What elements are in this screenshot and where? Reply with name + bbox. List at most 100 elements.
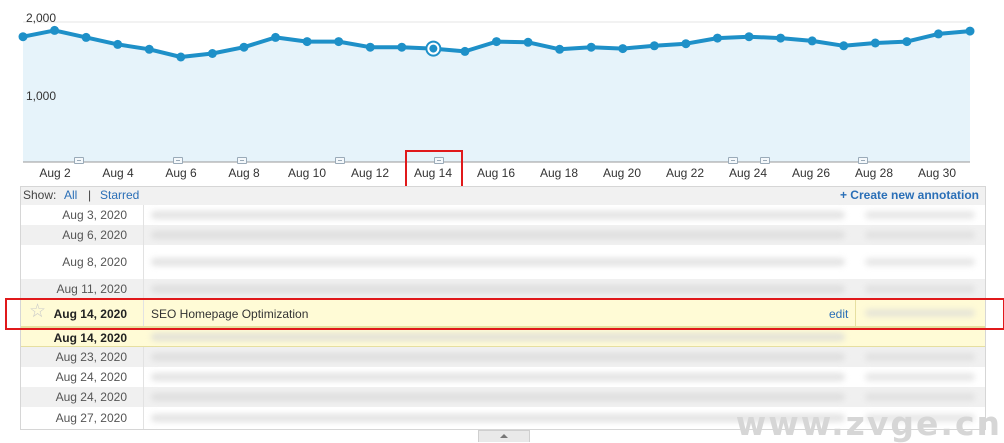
annotation-date: Aug 8, 2020	[62, 255, 127, 269]
annotation-date: Aug 6, 2020	[62, 228, 127, 242]
redacted-text	[151, 211, 845, 219]
annotation-marker-icon[interactable]	[858, 157, 868, 164]
data-point	[113, 39, 123, 49]
annotation-marker-icon[interactable]	[335, 157, 345, 164]
x-tick-label: Aug 4	[102, 166, 134, 180]
data-point	[50, 25, 60, 35]
data-point	[933, 29, 943, 39]
data-point	[365, 42, 375, 52]
chart-canvas	[18, 8, 975, 163]
redacted-text	[865, 258, 975, 266]
data-point	[649, 41, 659, 51]
chevron-up-icon	[500, 434, 508, 438]
data-point	[18, 32, 28, 42]
x-tick-label: Aug 16	[476, 166, 516, 180]
annotation-row[interactable]: Aug 8, 2020	[21, 245, 985, 279]
redacted-text	[865, 211, 975, 219]
annotation-date: Aug 23, 2020	[55, 350, 127, 364]
data-point	[839, 41, 849, 51]
redacted-text	[865, 393, 975, 401]
redacted-text	[151, 231, 845, 239]
annotation-marker-icon[interactable]	[760, 157, 770, 164]
x-tick-label: Aug 2	[39, 166, 71, 180]
column-divider	[143, 387, 144, 407]
x-tick-label: Aug 24	[728, 166, 768, 180]
redacted-text	[151, 353, 845, 361]
data-point	[239, 42, 249, 52]
annotation-date: Aug 3, 2020	[62, 208, 127, 222]
data-point	[81, 32, 91, 42]
data-point	[712, 33, 722, 43]
annotation-marker-icon[interactable]	[728, 157, 738, 164]
data-point	[144, 44, 154, 54]
data-point	[555, 44, 565, 54]
column-divider	[143, 347, 144, 367]
annotation-marker-icon[interactable]	[237, 157, 247, 164]
filter-starred-link[interactable]: Starred	[100, 188, 139, 202]
data-point	[492, 37, 501, 47]
data-point	[523, 37, 533, 47]
x-tick-label: Aug 22	[665, 166, 705, 180]
data-point-highlighted-core	[429, 44, 438, 53]
filter-all-link[interactable]: All	[64, 188, 77, 202]
data-point	[586, 42, 596, 52]
annotation-date: Aug 24, 2020	[55, 370, 127, 384]
collapse-panel-button[interactable]	[478, 430, 530, 442]
annotation-row[interactable]: Aug 3, 2020	[21, 205, 985, 225]
show-label: Show:	[23, 188, 57, 202]
column-divider	[143, 225, 144, 245]
redacted-text	[151, 333, 845, 341]
x-tick-label: Aug 10	[287, 166, 327, 180]
data-point	[618, 44, 628, 54]
highlight-box-aug14	[405, 150, 463, 190]
watermark: www.zvge.cn	[735, 404, 1002, 443]
column-divider	[143, 245, 144, 279]
data-point	[207, 49, 217, 58]
redacted-text	[151, 258, 845, 266]
x-tick-label: Aug 18	[539, 166, 579, 180]
data-point	[681, 39, 691, 49]
annotation-date: Aug 27, 2020	[55, 411, 127, 425]
x-tick-label: Aug 30	[917, 166, 957, 180]
redacted-text	[865, 231, 975, 239]
create-annotation-link[interactable]: + Create new annotation	[840, 188, 979, 202]
data-point	[965, 26, 975, 36]
x-tick-label: Aug 12	[350, 166, 390, 180]
data-point	[397, 42, 407, 52]
x-tick-label: Aug 28	[854, 166, 894, 180]
data-point	[176, 52, 186, 62]
data-point	[870, 38, 880, 48]
y-tick-label: 1,000	[26, 89, 57, 103]
data-point	[776, 33, 786, 43]
annotation-row[interactable]: Aug 24, 2020	[21, 367, 985, 387]
annotation-row[interactable]: Aug 6, 2020	[21, 225, 985, 245]
x-tick-label: Aug 6	[165, 166, 197, 180]
line-chart: 2,000 1,000 Aug 2 Aug 4 Aug 6 Aug 8 Aug …	[0, 0, 1004, 190]
annotation-date: Aug 11, 2020	[56, 282, 127, 296]
column-divider	[143, 279, 144, 299]
data-point	[334, 37, 344, 47]
annotation-marker-icon[interactable]	[74, 157, 84, 164]
annotation-marker-icon[interactable]	[173, 157, 183, 164]
annotation-row[interactable]: Aug 14, 2020	[21, 327, 985, 347]
data-point	[460, 46, 470, 56]
x-tick-label: Aug 26	[791, 166, 831, 180]
highlight-box-row	[5, 298, 1004, 330]
annotation-row[interactable]: Aug 11, 2020	[21, 279, 985, 299]
data-point	[271, 32, 281, 42]
redacted-text	[865, 353, 975, 361]
annotation-row[interactable]: Aug 23, 2020	[21, 347, 985, 367]
annotation-filter-bar: Show: All | Starred + Create new annotat…	[21, 187, 985, 205]
x-tick-label: Aug 8	[228, 166, 260, 180]
column-divider	[143, 367, 144, 387]
filter-separator: |	[88, 188, 92, 202]
redacted-text	[865, 373, 975, 381]
x-tick-label: Aug 20	[602, 166, 642, 180]
annotation-date: Aug 14, 2020	[53, 331, 127, 345]
redacted-text	[865, 285, 975, 293]
annotation-date: Aug 24, 2020	[55, 390, 127, 404]
data-point	[807, 36, 817, 46]
data-point	[302, 37, 312, 47]
data-point	[744, 32, 754, 42]
column-divider	[143, 407, 144, 429]
